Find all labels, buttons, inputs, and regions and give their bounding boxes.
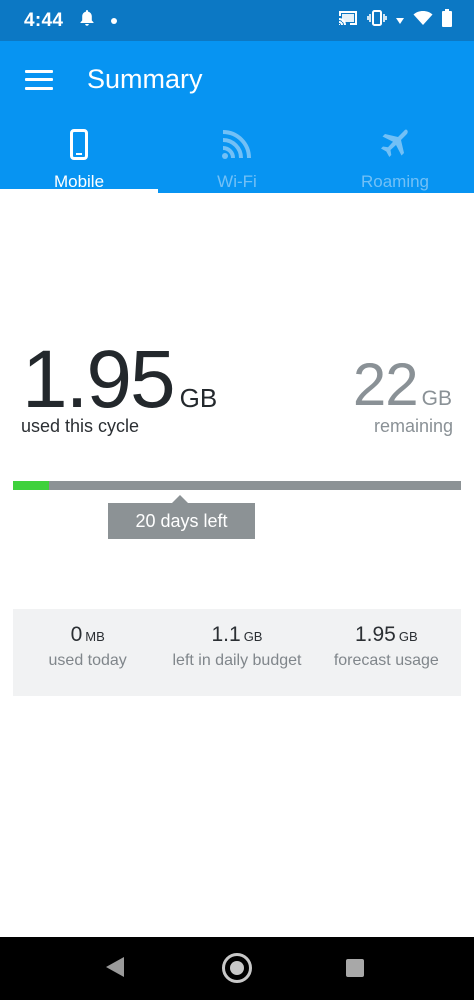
stat-label: forecast usage xyxy=(333,652,439,669)
page-title: Summary xyxy=(87,64,203,94)
tab-wifi[interactable]: Wi-Fi xyxy=(158,118,316,193)
stat-used-today: 0 MB used today xyxy=(13,609,162,696)
stat-unit: MB xyxy=(85,629,105,644)
stats-panel: 0 MB used today 1.1 GB left in daily bud… xyxy=(13,609,461,696)
wifi-icon xyxy=(413,10,433,31)
status-time: 4:44 xyxy=(24,9,64,31)
notification-bell-icon xyxy=(79,9,95,32)
tab-roaming[interactable]: Roaming xyxy=(316,118,474,193)
remaining-amount: 22 GB xyxy=(353,350,452,419)
battery-icon xyxy=(442,9,452,32)
usage-progress-bar xyxy=(13,481,461,490)
stat-number: 0 xyxy=(70,623,83,646)
stat-unit: GB xyxy=(398,629,418,644)
stat-value: 0 MB xyxy=(71,623,105,647)
usage-progress-fill xyxy=(13,481,49,490)
summary-content: 1.95 GB used this cycle 22 GB remaining … xyxy=(0,193,474,937)
stat-number: 1.1 xyxy=(211,623,241,646)
home-icon[interactable] xyxy=(222,953,252,983)
recents-icon[interactable] xyxy=(346,959,364,977)
tab-label: Roaming xyxy=(360,172,430,191)
days-left-badge: 20 days left xyxy=(108,495,255,539)
days-left-caret xyxy=(172,495,188,503)
stat-number: 1.95 xyxy=(354,623,396,646)
phone-icon xyxy=(70,118,88,160)
remaining-unit: GB xyxy=(421,387,452,410)
remaining-label: remaining xyxy=(373,416,453,436)
toolbar: Summary xyxy=(0,41,474,118)
stat-label: left in daily budget xyxy=(172,652,302,669)
system-nav-bar xyxy=(0,937,474,1000)
stat-label: used today xyxy=(48,652,127,669)
tab-mobile[interactable]: Mobile xyxy=(0,118,158,193)
tab-bar: Mobile Wi-Fi Roaming xyxy=(0,118,474,193)
cast-icon xyxy=(338,10,358,31)
notification-dot-icon xyxy=(111,17,118,24)
stat-value: 1.95 GB xyxy=(355,623,418,647)
tab-label: Wi-Fi xyxy=(217,172,257,191)
stat-forecast: 1.95 GB forecast usage xyxy=(312,609,461,696)
remaining-value: 22 xyxy=(352,351,419,418)
back-icon[interactable] xyxy=(106,957,124,977)
days-left-text: 20 days left xyxy=(135,510,228,531)
tab-label: Mobile xyxy=(53,172,105,191)
used-value: 1.95 xyxy=(22,334,176,425)
vibrate-icon xyxy=(367,10,387,31)
wifi-icon xyxy=(221,118,253,160)
stat-value: 1.1 GB xyxy=(211,623,262,647)
signal-arrow-icon xyxy=(396,12,404,30)
used-label: used this cycle xyxy=(21,416,140,436)
app-bar: Summary Mobile Wi-Fi Roaming xyxy=(0,41,474,193)
stat-daily-budget: 1.1 GB left in daily budget xyxy=(162,609,311,696)
hamburger-menu-icon[interactable] xyxy=(25,69,53,90)
used-amount: 1.95 GB xyxy=(22,333,217,427)
used-unit: GB xyxy=(179,383,218,413)
stat-unit: GB xyxy=(243,629,263,644)
status-bar: 4:44 xyxy=(0,0,474,41)
airplane-icon xyxy=(379,118,411,160)
